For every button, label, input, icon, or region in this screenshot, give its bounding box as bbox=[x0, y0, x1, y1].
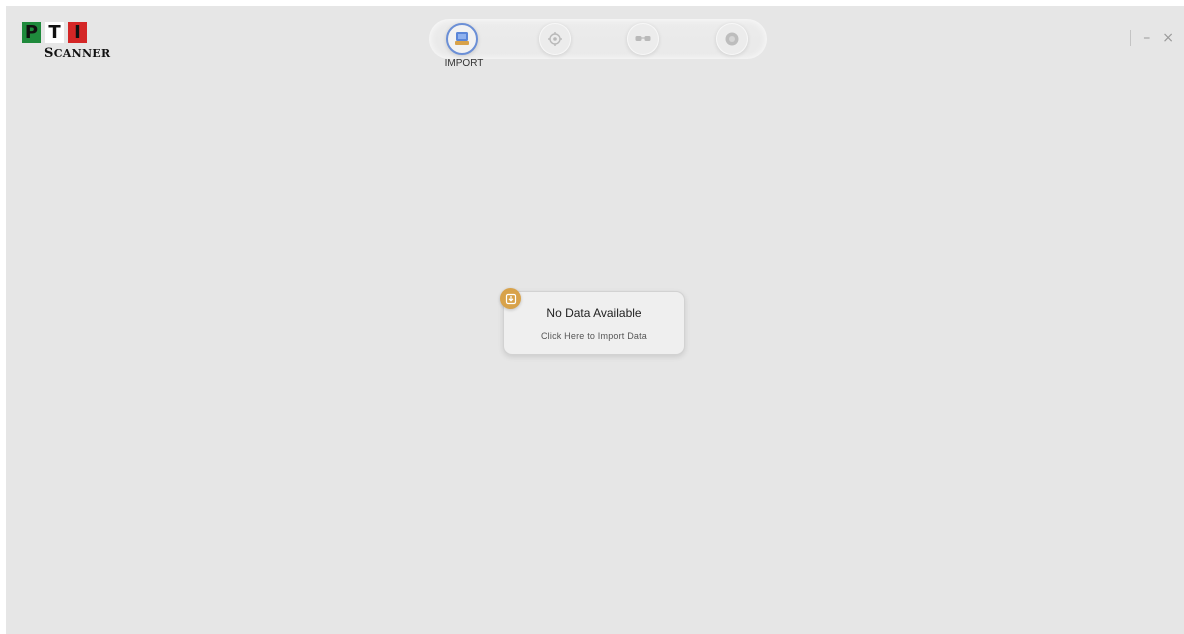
window-controls: – × bbox=[1130, 30, 1174, 46]
download-icon bbox=[505, 293, 516, 304]
close-button[interactable]: × bbox=[1162, 31, 1174, 45]
import-data-link[interactable]: Click Here to Import Data bbox=[504, 331, 684, 341]
record-icon bbox=[725, 32, 739, 46]
logo-subtitle-rest: CANNER bbox=[53, 47, 111, 60]
window-controls-divider bbox=[1130, 30, 1132, 46]
step-nav bbox=[429, 19, 767, 59]
logo-letter-i: I bbox=[68, 22, 87, 43]
minimize-button[interactable]: – bbox=[1143, 31, 1150, 45]
nav-record-button[interactable] bbox=[716, 23, 748, 55]
import-data-card[interactable]: No Data Available Click Here to Import D… bbox=[500, 288, 685, 355]
app-window: P T I SCANNER IMPORT – × No Data Availab… bbox=[6, 6, 1184, 634]
nav-glasses-button[interactable] bbox=[627, 23, 659, 55]
empty-state-title: No Data Available bbox=[546, 306, 642, 320]
logo-letter-t: T bbox=[45, 22, 64, 43]
nav-target-button[interactable] bbox=[539, 23, 571, 55]
target-icon bbox=[548, 32, 562, 46]
nav-import-label: IMPORT bbox=[444, 58, 484, 69]
import-icon bbox=[455, 32, 469, 45]
glasses-icon bbox=[635, 36, 651, 41]
logo-letter-p: P bbox=[22, 22, 41, 43]
logo-subtitle: SCANNER bbox=[44, 46, 110, 61]
logo-letters: P T I bbox=[22, 22, 110, 43]
nav-import-button[interactable] bbox=[446, 23, 478, 55]
app-logo: P T I SCANNER bbox=[22, 22, 110, 61]
logo-subtitle-initial: S bbox=[44, 46, 54, 61]
